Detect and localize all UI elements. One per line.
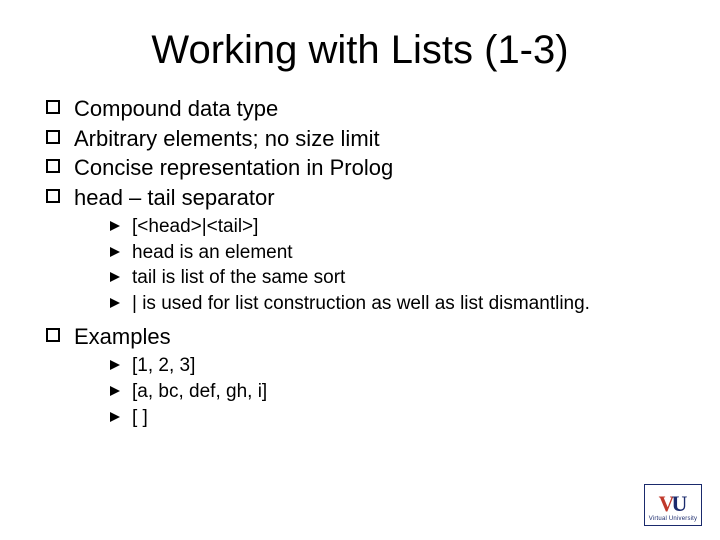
slide: Working with Lists (1-3) Compound data t… [0,0,720,540]
slide-title: Working with Lists (1-3) [40,28,680,73]
sub-bullet-item: [1, 2, 3] [110,354,680,379]
sub-bullet-item: head is an element [110,241,680,266]
sub-bullet-item: [<head>|<tail>] [110,215,680,240]
sub-bullet-item: [a, bc, def, gh, i] [110,380,680,405]
sub-bullet-list: [1, 2, 3] [a, bc, def, gh, i] [ ] [110,354,680,430]
bullet-text: head – tail separator [74,185,275,210]
bullet-item: head – tail separator [<head>|<tail>] he… [46,184,680,317]
logo-mark: V U [659,489,688,515]
bullet-item: Compound data type [46,95,680,123]
bullet-list: Compound data type Arbitrary elements; n… [46,95,680,430]
sub-bullet-item: [ ] [110,406,680,431]
sub-bullet-list: [<head>|<tail>] head is an element tail … [110,215,680,317]
bullet-item: Examples [1, 2, 3] [a, bc, def, gh, i] [… [46,323,680,431]
bullet-item: Arbitrary elements; no size limit [46,125,680,153]
sub-bullet-item: tail is list of the same sort [110,266,680,291]
bullet-item: Concise representation in Prolog [46,154,680,182]
bullet-text: Examples [74,324,171,349]
logo-subtext: Virtual University [649,516,698,522]
vu-logo: V U Virtual University [644,484,702,526]
sub-bullet-item: | is used for list construction as well … [110,292,680,317]
logo-letter-u: U [672,493,688,515]
